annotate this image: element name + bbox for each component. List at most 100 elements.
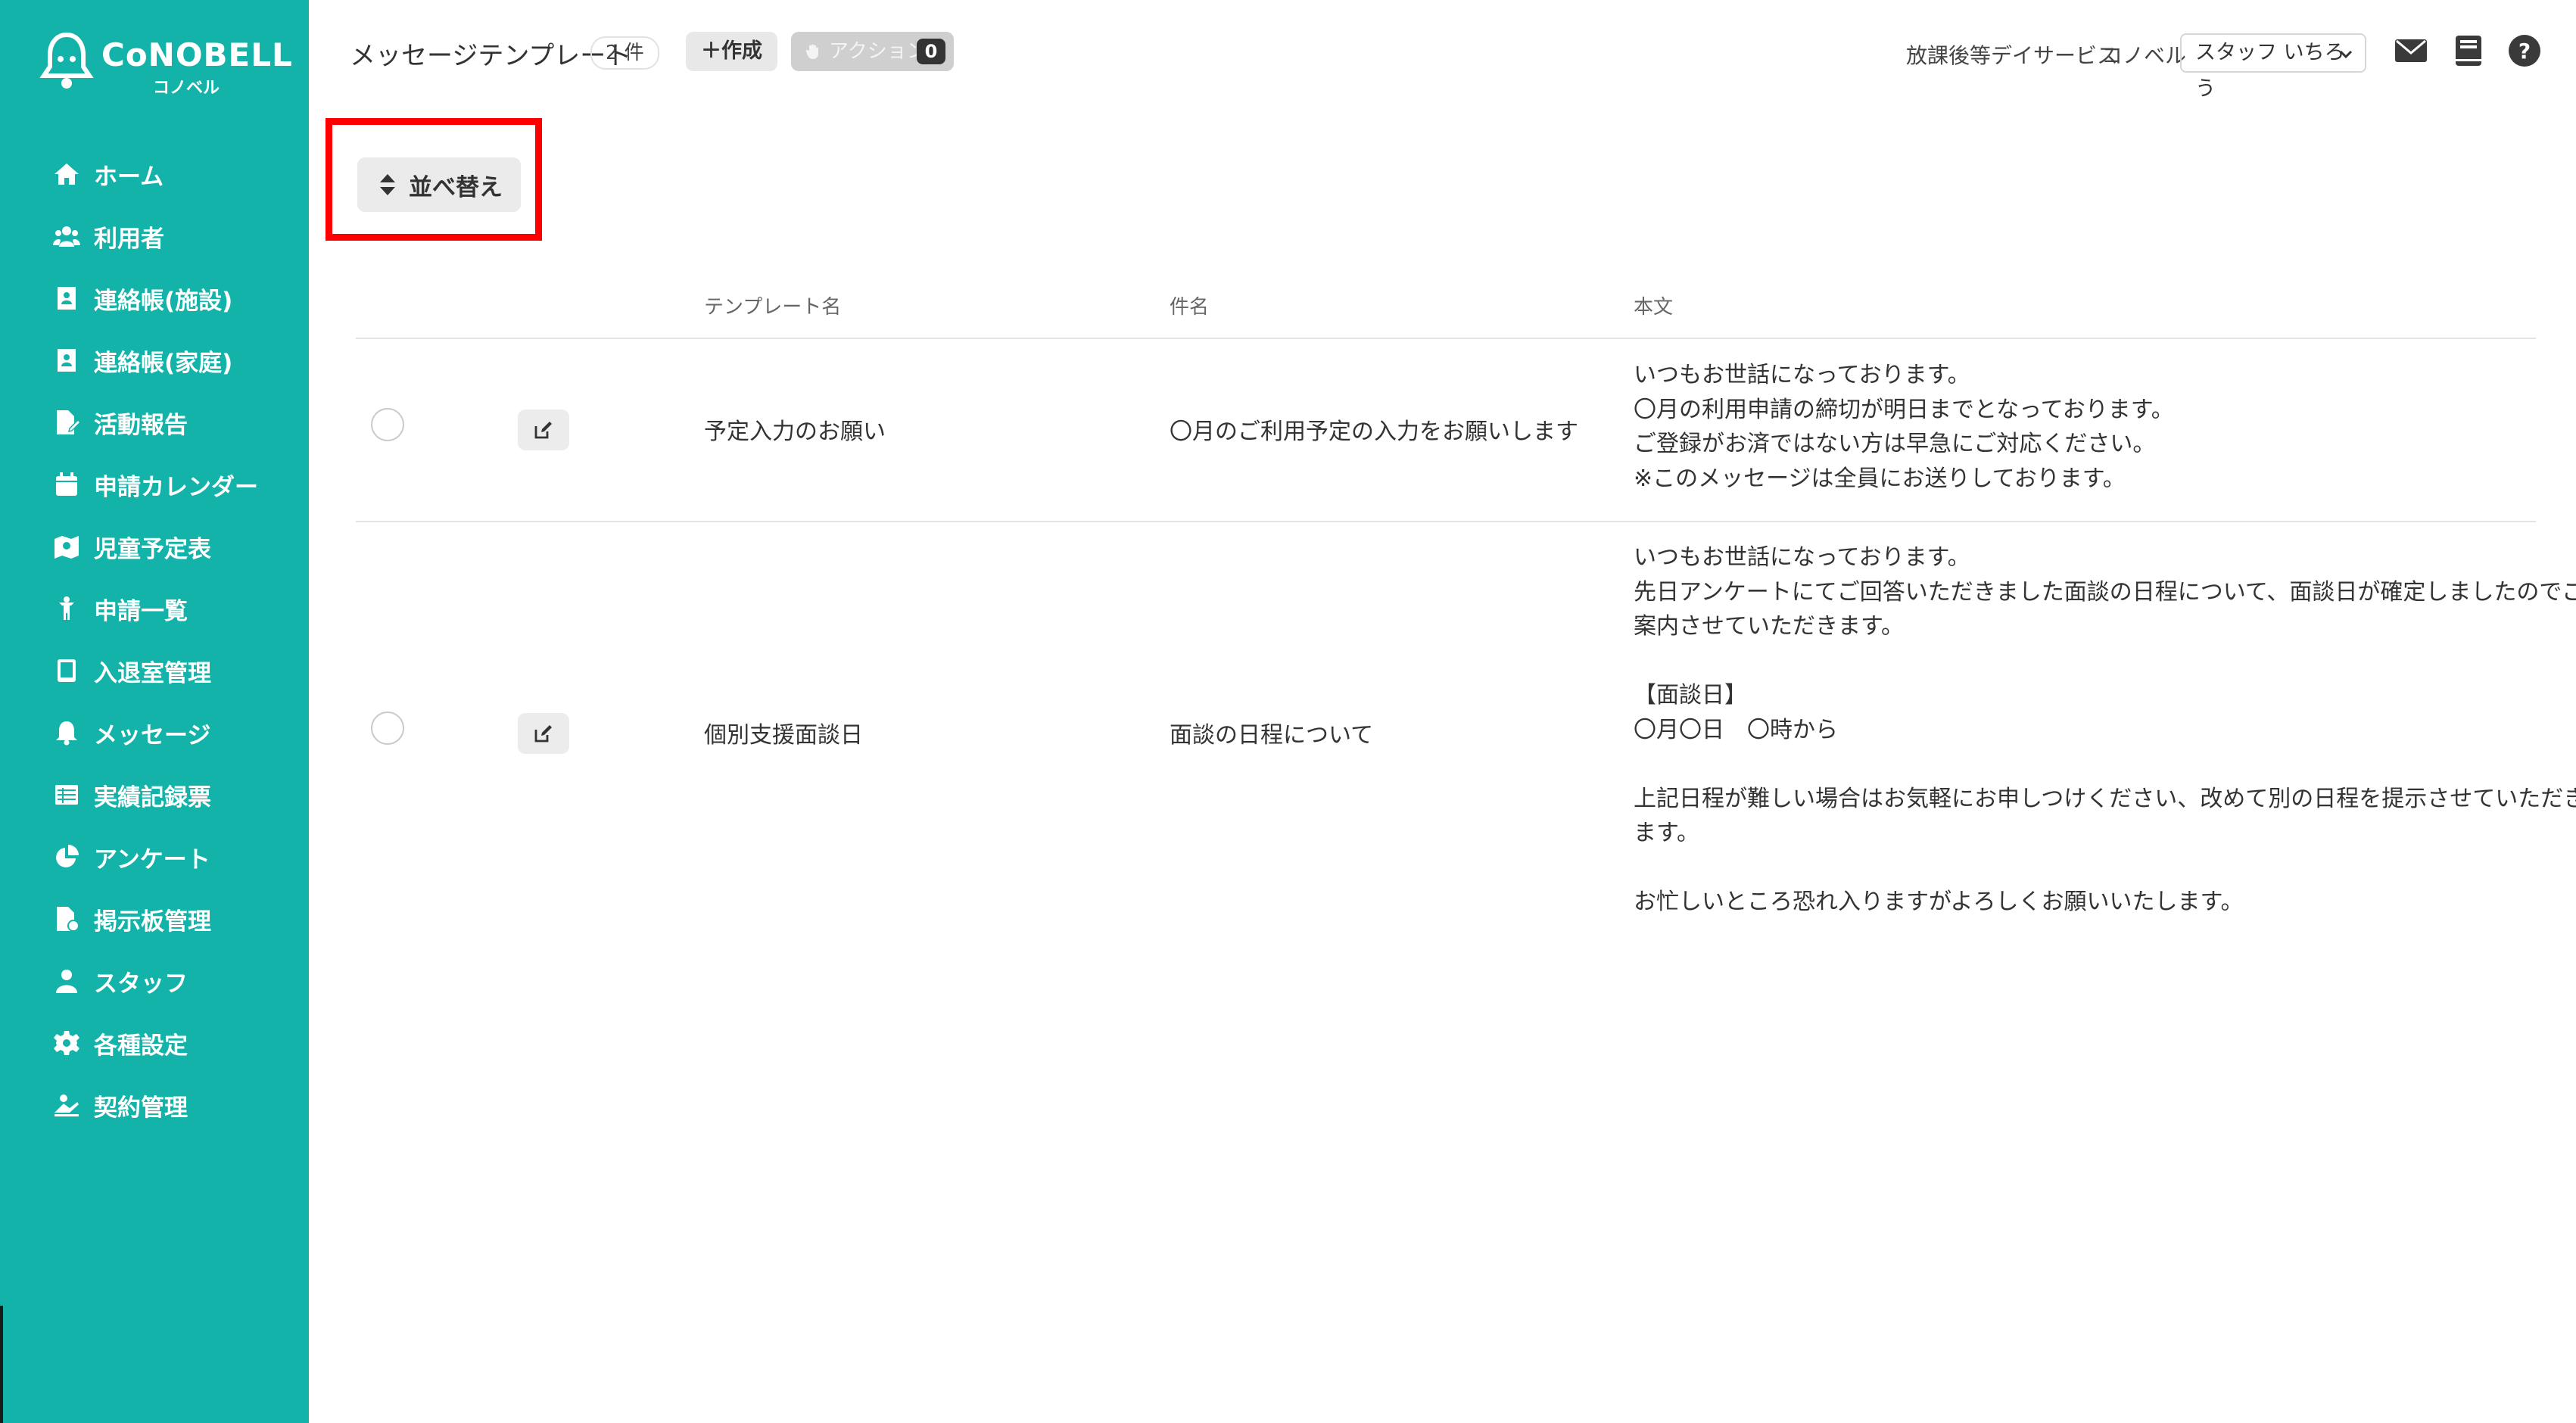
- sidebar-item-label: 実績記録票: [94, 783, 211, 811]
- body-line: [1634, 851, 2576, 886]
- sidebar-item-label: ホーム: [94, 163, 164, 191]
- body-line: [1634, 747, 2576, 782]
- body-line: ご登録がお済ではない方は早急にご対応ください。: [1634, 431, 2156, 457]
- sidebar-item-message[interactable]: メッセージ: [53, 710, 210, 755]
- bell-icon: [56, 721, 77, 746]
- body-line: ます。: [1634, 820, 1699, 846]
- body-line: 先日アンケートにてご回答いただきました面談の日程について、面談日が確定しましたの…: [1634, 578, 2576, 606]
- logo[interactable]: CoNOBELL コノベル: [39, 32, 292, 100]
- report-icon: [57, 410, 80, 434]
- edit-icon: [534, 725, 552, 743]
- company-name: コノベル: [2101, 43, 2187, 68]
- create-label: 作成: [721, 39, 762, 63]
- body-line: 案内させていただきます。: [1634, 613, 1904, 640]
- body-line: 上記日程が難しい場合はお気軽にお申しつけください、改めて別の日程を提示させていた…: [1634, 785, 2576, 812]
- column-header-body[interactable]: 本文: [1634, 291, 1673, 319]
- sidebar-item-label: 連絡帳(家庭): [94, 349, 233, 377]
- sidebar: CoNOBELL コノベル ホーム 利用者 連絡帳(施設) 連絡帳(家庭) 活動…: [0, 0, 309, 1423]
- sidebar-item-staff[interactable]: スタッフ: [53, 958, 188, 1004]
- sidebar-item-label: 契約管理: [94, 1094, 188, 1122]
- sidebar-item-activity-report[interactable]: 活動報告: [53, 400, 188, 445]
- template-subject: 〇月のご利用予定の入力をお願いします: [1170, 419, 1578, 445]
- sidebar-item-contract[interactable]: 契約管理: [53, 1082, 188, 1128]
- sidebar-item-contact-home[interactable]: 連絡帳(家庭): [53, 338, 232, 383]
- sidebar-item-home[interactable]: ホーム: [53, 151, 164, 197]
- sort-label: 並べ替え: [409, 173, 503, 201]
- facility-name: 放課後等デイサービス: [1906, 43, 2119, 68]
- staff-icon: [56, 970, 77, 993]
- column-header-template-name[interactable]: テンプレート名: [704, 291, 841, 319]
- count-badge: 2 件: [590, 36, 659, 70]
- staff-select-value: スタッフ いちろう: [2195, 41, 2345, 101]
- child-icon: [59, 596, 74, 620]
- body-line: 〇月〇日 〇時から: [1634, 716, 1838, 743]
- body-line: いつもお世話になっております。: [1634, 544, 1970, 571]
- sort-icon: [380, 174, 395, 195]
- table-divider: [356, 338, 2536, 339]
- gear-icon: [54, 1031, 79, 1055]
- template-body: いつもお世話になっております。 先日アンケートにてご回答いただきました面談の日程…: [1634, 540, 2576, 920]
- action-button[interactable]: アクション 0: [791, 32, 954, 71]
- sidebar-item-label: 申請一覧: [94, 597, 188, 625]
- sidebar-item-label: 連絡帳(施設): [94, 287, 233, 315]
- sidebar-item-label: 各種設定: [94, 1032, 188, 1060]
- sidebar-item-survey[interactable]: アンケート: [53, 834, 210, 880]
- contract-icon: [55, 1094, 79, 1116]
- brand-kana: コノベル: [153, 79, 220, 98]
- sidebar-item-label: アンケート: [94, 845, 210, 873]
- help-icon[interactable]: ?: [2507, 33, 2542, 68]
- manual-book-icon[interactable]: [2451, 33, 2486, 68]
- sidebar-item-contact-facility[interactable]: 連絡帳(施設): [53, 276, 232, 321]
- users-icon: [53, 226, 80, 247]
- body-line: 【面談日】: [1634, 682, 1747, 708]
- action-count-badge: 0: [917, 39, 945, 64]
- sort-button[interactable]: 並べ替え: [357, 157, 521, 212]
- home-icon: [55, 163, 79, 185]
- sidebar-item-child-schedule[interactable]: 児童予定表: [53, 524, 211, 569]
- sidebar-item-label: スタッフ: [94, 970, 188, 998]
- sidebar-item-bulletin-board[interactable]: 掲示板管理: [53, 896, 211, 942]
- staff-select[interactable]: スタッフ いちろう: [2180, 33, 2366, 101]
- contact-book-icon: [58, 349, 76, 372]
- row-checkbox[interactable]: [371, 408, 404, 441]
- board-icon: [57, 907, 79, 932]
- edit-button[interactable]: [518, 409, 569, 450]
- sidebar-item-label: 入退室管理: [94, 659, 211, 687]
- pie-chart-icon: [56, 845, 79, 867]
- template-name: 個別支援面談日: [704, 722, 863, 749]
- row-checkbox[interactable]: [371, 712, 404, 745]
- template-name: 予定入力のお願い: [704, 419, 886, 445]
- plus-icon: ＋: [701, 39, 721, 63]
- bell-mascot-icon: [39, 32, 94, 89]
- calendar-icon: [56, 472, 77, 496]
- sidebar-item-application-list[interactable]: 申請一覧: [53, 586, 188, 631]
- mail-icon[interactable]: [2394, 33, 2428, 68]
- window-edge: [0, 1306, 3, 1423]
- template-subject: 面談の日程について: [1170, 722, 1374, 749]
- chevron-down-icon: [2339, 50, 2353, 59]
- body-line: 〇月の利用申請の締切が明日までとなっております。: [1634, 396, 2174, 423]
- sidebar-item-application-calendar[interactable]: 申請カレンダー: [53, 462, 258, 507]
- svg-text:?: ?: [2518, 39, 2531, 64]
- sidebar-item-entry-exit[interactable]: 入退室管理: [53, 648, 211, 693]
- schedule-icon: [55, 536, 79, 559]
- action-label: アクション: [829, 40, 927, 63]
- sidebar-item-label: 申請カレンダー: [94, 473, 258, 501]
- table-divider: [356, 521, 2536, 522]
- edit-button[interactable]: [518, 713, 569, 754]
- body-line: お忙しいところ恐れ入りますがよろしくお願いいたします。: [1634, 889, 2244, 915]
- contact-book-icon: [58, 287, 76, 310]
- sidebar-item-settings[interactable]: 各種設定: [53, 1020, 188, 1066]
- body-line: ※このメッセージは全員にお送りしております。: [1634, 465, 2126, 492]
- create-button[interactable]: ＋作成: [686, 32, 777, 71]
- sidebar-item-label: 掲示板管理: [94, 908, 211, 936]
- sidebar-item-label: 利用者: [94, 225, 164, 253]
- sidebar-item-users[interactable]: 利用者: [53, 213, 164, 259]
- table-icon: [55, 785, 78, 805]
- sidebar-item-label: メッセージ: [94, 721, 211, 749]
- hand-icon: [805, 44, 818, 59]
- sidebar-item-performance-record[interactable]: 実績記録票: [53, 772, 211, 817]
- column-header-subject[interactable]: 件名: [1170, 291, 1209, 319]
- template-body: いつもお世話になっております。 〇月の利用申請の締切が明日までとなっております。…: [1634, 358, 2174, 496]
- body-line: [1634, 644, 2576, 679]
